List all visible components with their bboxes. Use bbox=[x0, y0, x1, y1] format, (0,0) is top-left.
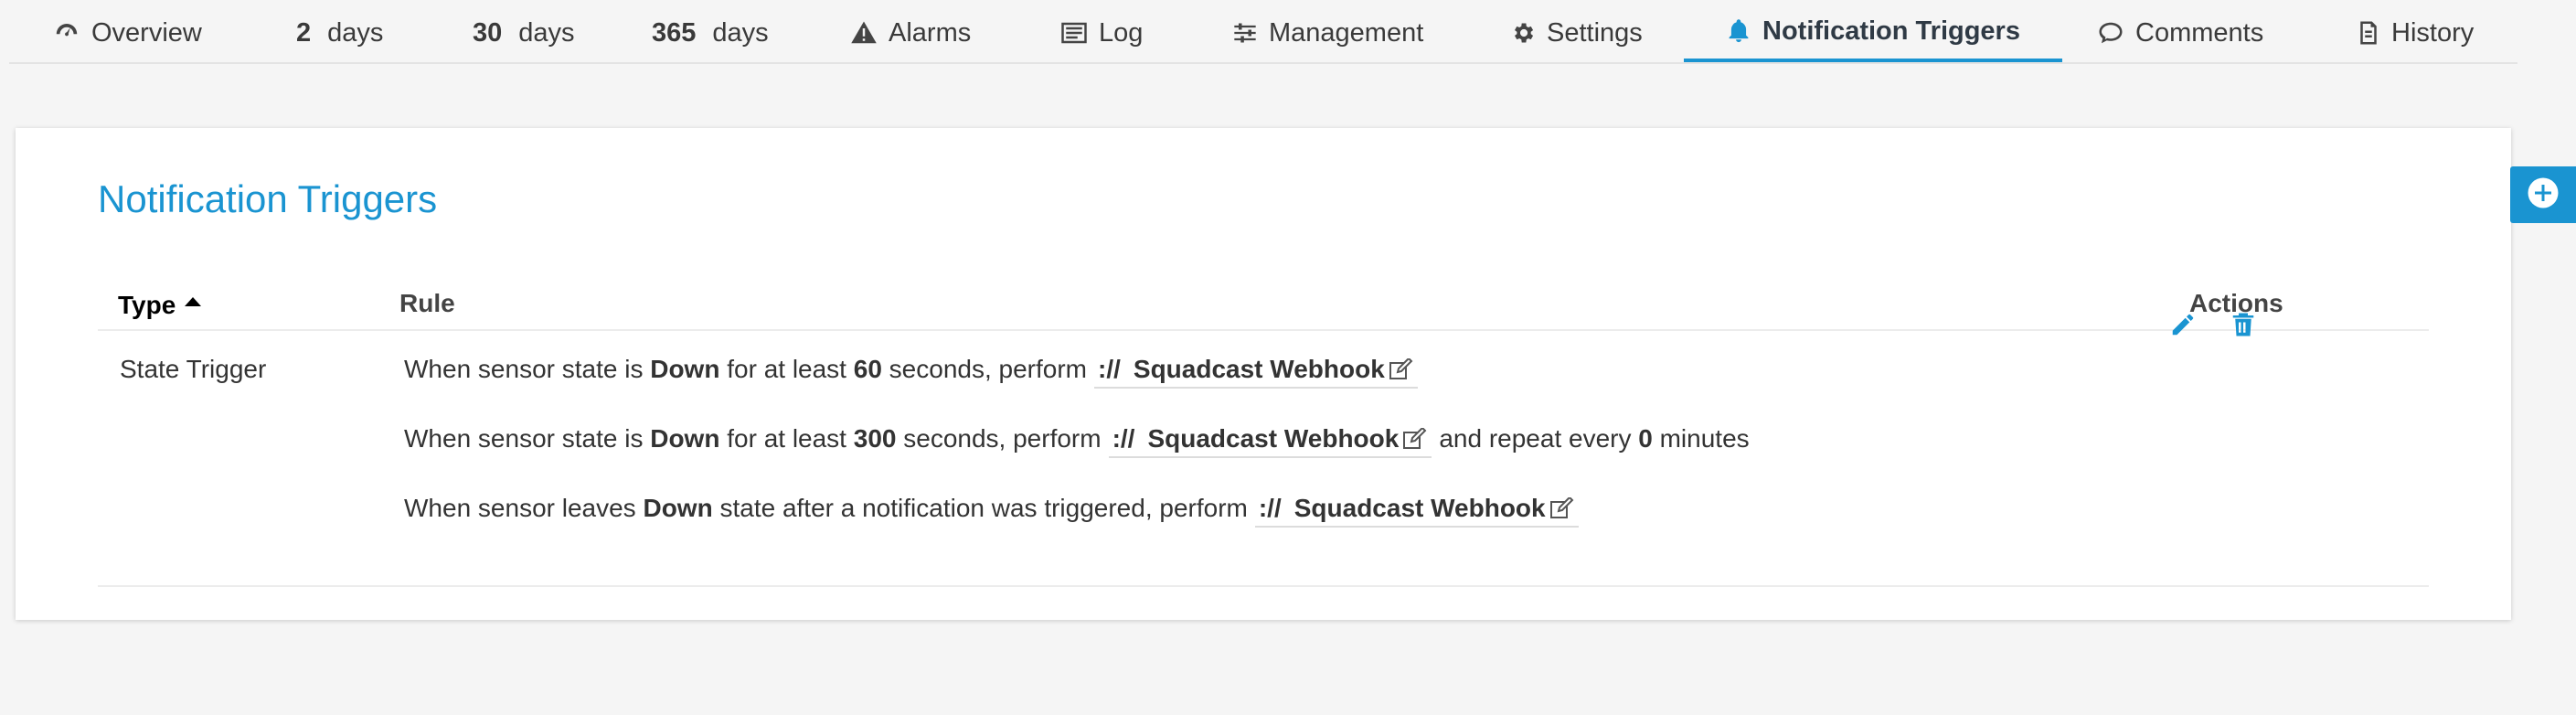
tab-management[interactable]: Management bbox=[1232, 0, 1423, 62]
tab-overview[interactable]: Overview bbox=[53, 0, 202, 62]
edit-notification-icon[interactable] bbox=[1549, 497, 1575, 519]
notification-link[interactable]: :// Squadcast Webhook bbox=[1108, 424, 1432, 458]
tab-history[interactable]: History bbox=[2357, 0, 2474, 62]
pencil-icon bbox=[2169, 314, 2197, 342]
gauge-icon bbox=[53, 19, 80, 47]
rule-line: When sensor leaves Down state after a no… bbox=[404, 494, 1586, 528]
tab-bar: Overview 2 days 30 days 365 days Alarms … bbox=[9, 0, 2517, 64]
column-header-type[interactable]: Type bbox=[118, 291, 202, 320]
tab-alarms[interactable]: Alarms bbox=[850, 0, 971, 62]
table-row-divider bbox=[98, 585, 2429, 587]
tab-log[interactable]: Log bbox=[1060, 0, 1143, 62]
plus-circle-icon bbox=[2527, 176, 2560, 214]
edit-notification-icon[interactable] bbox=[1402, 428, 1428, 450]
table-row: State Trigger When sensor state is Down … bbox=[98, 331, 2429, 715]
gear-icon bbox=[1510, 20, 1536, 46]
tab-365-days[interactable]: 365 days bbox=[652, 0, 769, 62]
history-icon bbox=[2357, 19, 2380, 47]
comment-icon bbox=[2097, 20, 2124, 46]
log-icon bbox=[1060, 20, 1088, 46]
edit-trigger-button[interactable] bbox=[2169, 311, 2197, 343]
trash-icon bbox=[2230, 313, 2256, 342]
page-title: Notification Triggers bbox=[98, 177, 438, 220]
table-header: Type Rule Actions bbox=[98, 289, 2429, 331]
trigger-type: State Trigger bbox=[120, 355, 267, 383]
warning-icon bbox=[850, 19, 878, 47]
column-header-rule: Rule bbox=[399, 289, 455, 317]
notification-link[interactable]: :// Squadcast Webhook bbox=[1254, 494, 1579, 528]
edit-notification-icon[interactable] bbox=[1389, 358, 1414, 380]
bell-icon bbox=[1726, 17, 1751, 45]
sort-ascending-icon bbox=[185, 297, 202, 306]
tab-comments[interactable]: Comments bbox=[2097, 0, 2263, 62]
tab-settings[interactable]: Settings bbox=[1510, 0, 1643, 62]
add-trigger-button[interactable] bbox=[2510, 166, 2576, 223]
tab-notification-triggers[interactable]: Notification Triggers bbox=[1684, 0, 2062, 62]
delete-trigger-button[interactable] bbox=[2230, 311, 2256, 343]
notification-triggers-card: Notification Triggers Type Rule Actions … bbox=[16, 128, 2511, 620]
sliders-icon bbox=[1232, 20, 1258, 46]
rule-line: When sensor state is Down for at least 6… bbox=[404, 355, 1425, 389]
tab-2-days[interactable]: 2 days bbox=[296, 0, 383, 62]
tab-30-days[interactable]: 30 days bbox=[473, 0, 575, 62]
rule-line: When sensor state is Down for at least 3… bbox=[404, 424, 1750, 458]
notification-link[interactable]: :// Squadcast Webhook bbox=[1094, 355, 1418, 389]
